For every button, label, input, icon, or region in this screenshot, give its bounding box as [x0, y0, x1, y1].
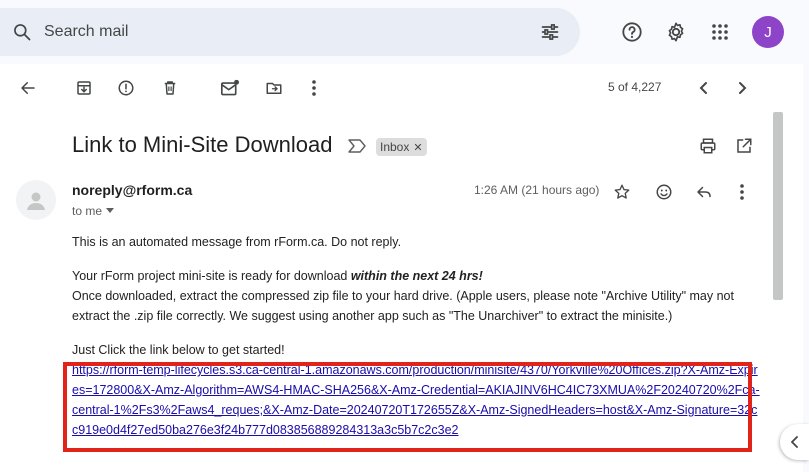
- label-text: Inbox: [380, 140, 410, 154]
- recipient-text: to me: [72, 204, 103, 218]
- archive-icon[interactable]: [74, 78, 94, 98]
- emoji-reaction-icon[interactable]: [654, 182, 674, 202]
- report-spam-icon[interactable]: [116, 78, 136, 98]
- ready-text: Your rForm project mini-site is ready fo…: [72, 269, 351, 283]
- search-options-icon[interactable]: [540, 22, 560, 42]
- more-vert-icon[interactable]: [304, 78, 324, 98]
- mark-unread-icon[interactable]: [220, 78, 240, 98]
- ready-line: Your rForm project mini-site is ready fo…: [72, 266, 762, 286]
- recipient-details[interactable]: to me: [72, 204, 115, 218]
- inbox-label-chip[interactable]: Inbox ✕: [376, 138, 427, 156]
- apps-grid-icon[interactable]: [708, 20, 732, 44]
- side-panel-strip: [781, 64, 803, 472]
- pagination-count: 5 of 4,227: [608, 80, 662, 94]
- open-in-new-window-icon[interactable]: [734, 136, 754, 156]
- search-bar[interactable]: [0, 8, 580, 56]
- sender-avatar[interactable]: [16, 180, 56, 220]
- older-chevron-right-icon[interactable]: [732, 78, 752, 98]
- ready-emphasis: within the next 24 hrs!: [350, 269, 483, 283]
- top-bar: J: [0, 0, 809, 64]
- automated-notice: This is an automated message from rForm.…: [72, 235, 402, 249]
- move-to-folder-icon[interactable]: [264, 78, 284, 98]
- newer-chevron-left-icon[interactable]: [694, 78, 714, 98]
- extract-instructions: Once downloaded, extract the compressed …: [72, 289, 734, 323]
- back-arrow-icon[interactable]: [18, 78, 38, 98]
- settings-gear-icon[interactable]: [664, 20, 688, 44]
- red-highlight-box: [63, 362, 752, 452]
- gmail-window: J 5 of 4,227: [0, 0, 809, 472]
- message-more-vert-icon[interactable]: [732, 182, 752, 202]
- print-icon[interactable]: [698, 136, 718, 156]
- star-icon[interactable]: [612, 182, 632, 202]
- expand-side-panel-button[interactable]: [780, 424, 809, 460]
- remove-label-icon[interactable]: ✕: [413, 141, 422, 154]
- email-view: 5 of 4,227 Link to Mini-Site Download In…: [0, 64, 803, 472]
- chevron-left-icon: [790, 436, 798, 448]
- help-icon[interactable]: [620, 20, 644, 44]
- importance-marker-icon[interactable]: [348, 139, 366, 153]
- chevron-down-icon[interactable]: [106, 208, 115, 214]
- scrollbar-thumb[interactable]: [773, 112, 783, 300]
- account-avatar[interactable]: J: [752, 16, 784, 48]
- sender-address[interactable]: noreply@rform.ca: [72, 182, 192, 198]
- delete-trash-icon[interactable]: [160, 78, 180, 98]
- email-subject: Link to Mini-Site Download: [72, 132, 333, 157]
- search-icon[interactable]: [12, 22, 32, 42]
- reply-arrow-icon[interactable]: [694, 182, 714, 202]
- click-prompt: Just Click the link below to get started…: [72, 343, 285, 357]
- email-toolbar: 5 of 4,227: [0, 64, 803, 112]
- search-input[interactable]: [44, 18, 504, 46]
- message-timestamp: 1:26 AM (21 hours ago): [474, 183, 600, 197]
